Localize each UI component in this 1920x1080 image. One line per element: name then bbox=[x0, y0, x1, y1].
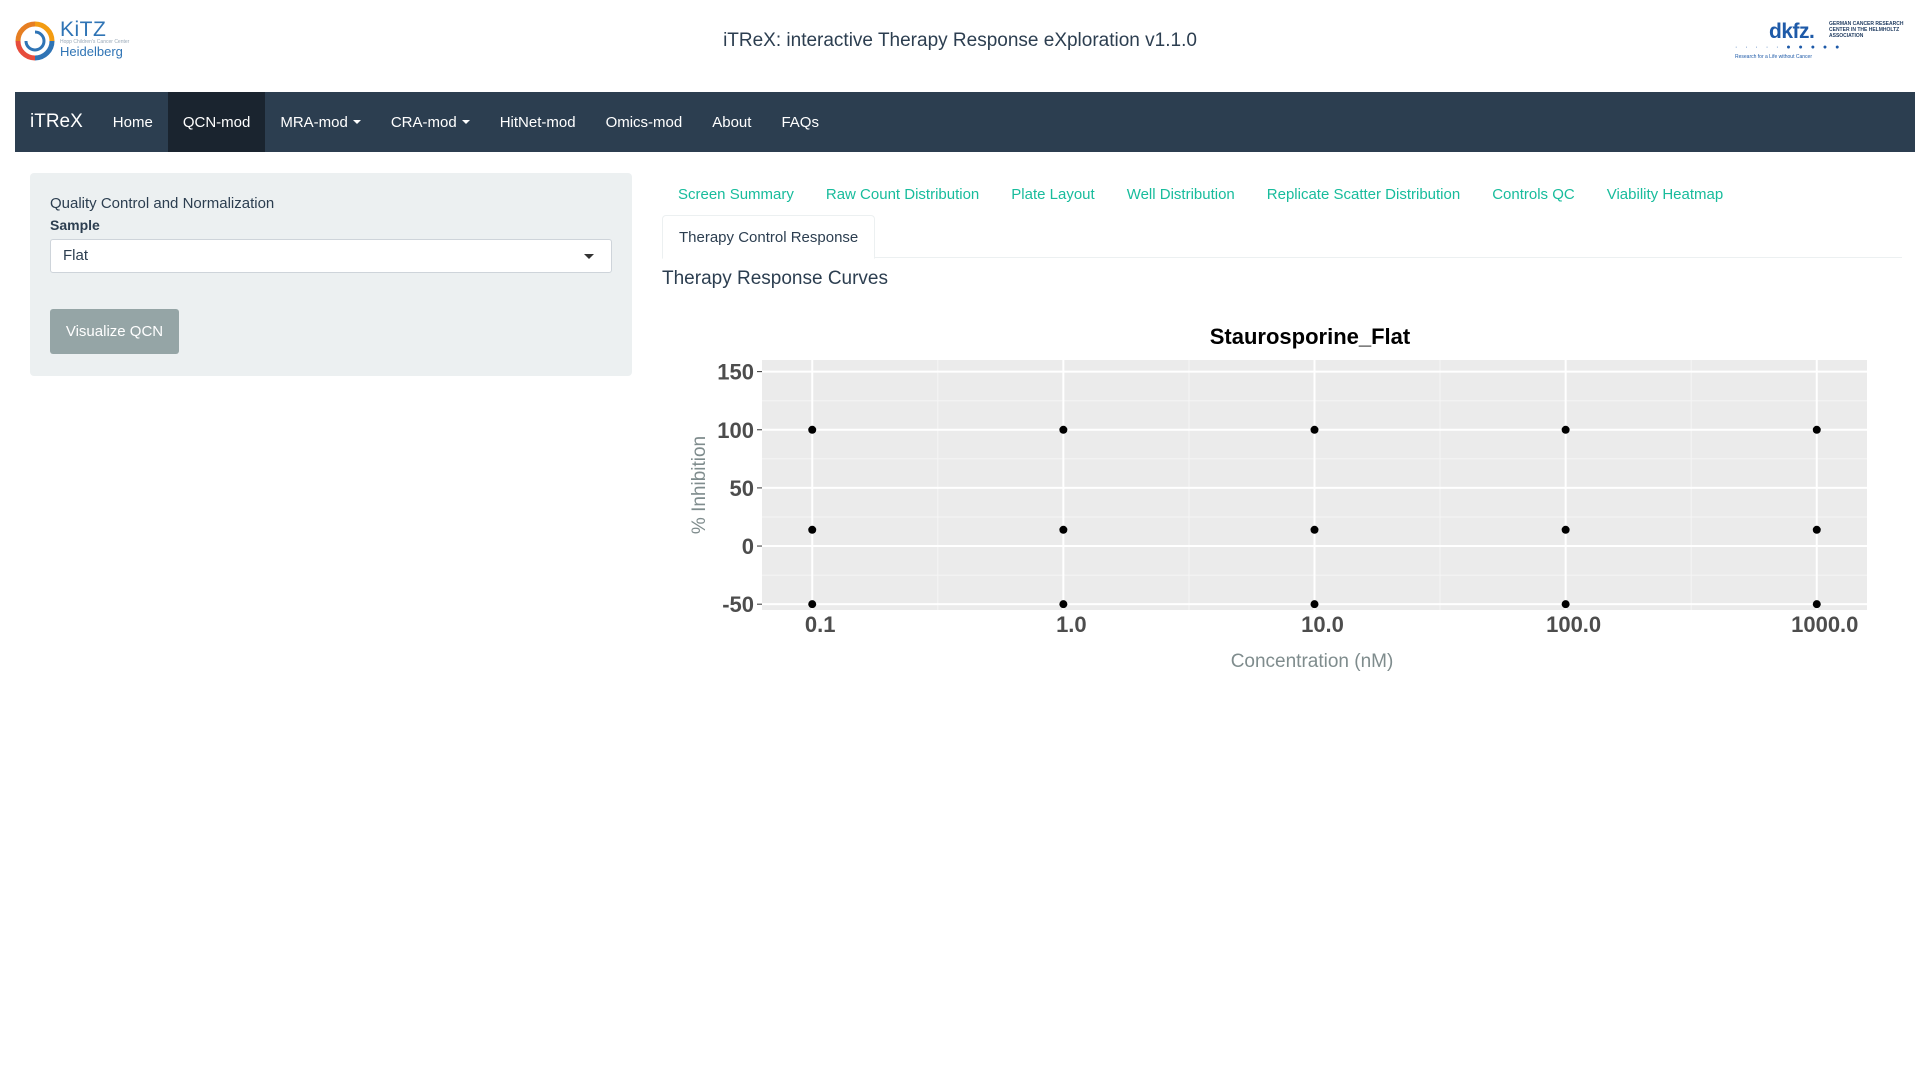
nav-item-about[interactable]: About bbox=[697, 92, 766, 152]
data-point bbox=[1059, 525, 1068, 534]
data-point bbox=[808, 525, 817, 534]
data-point bbox=[1310, 425, 1319, 434]
data-point bbox=[1059, 600, 1068, 609]
nav-item-label: CRA-mod bbox=[390, 113, 457, 131]
tab-replicate-scatter-distribution[interactable]: Replicate Scatter Distribution bbox=[1251, 173, 1476, 215]
tab-row-2: Therapy Control Response bbox=[662, 215, 1902, 259]
sample-select[interactable]: Flat bbox=[50, 239, 612, 273]
nav-item-label: About bbox=[712, 113, 752, 131]
dkfz-logo: dkfz. GERMAN CANCER RESEARCH CENTER IN T… bbox=[1735, 20, 1910, 66]
y-axis-label: % Inhibition bbox=[689, 436, 710, 534]
tab-row-1: Screen Summary Raw Count Distribution Pl… bbox=[662, 173, 1902, 215]
y-tick-label: 100 bbox=[717, 418, 754, 443]
nav-item-omics-mod[interactable]: Omics-mod bbox=[591, 92, 698, 152]
nav-item-label: QCN-mod bbox=[182, 113, 251, 131]
data-point bbox=[1310, 600, 1319, 609]
app-title: iTReX: interactive Therapy Response eXpl… bbox=[723, 30, 1197, 51]
nav-item-label: Omics-mod bbox=[605, 113, 683, 131]
nav-item-cra-mod[interactable]: CRA-mod bbox=[376, 92, 485, 152]
tab-bar: Screen Summary Raw Count Distribution Pl… bbox=[662, 173, 1902, 259]
x-ticks: 0.1 1.0 10.0 100.0 1000.0 bbox=[805, 612, 1858, 637]
data-point bbox=[1310, 525, 1319, 534]
y-tick-label: 150 bbox=[717, 360, 754, 385]
nav-item-home[interactable]: Home bbox=[98, 92, 168, 152]
tab-screen-summary[interactable]: Screen Summary bbox=[662, 173, 810, 215]
section-title: Therapy Response Curves bbox=[662, 268, 888, 289]
data-point bbox=[1812, 525, 1821, 534]
x-tick-label: 1000.0 bbox=[1791, 612, 1858, 637]
x-tick-label: 1.0 bbox=[1056, 612, 1087, 637]
nav-item-label: FAQs bbox=[781, 113, 819, 131]
data-point bbox=[1561, 425, 1570, 434]
nav-item-label: Home bbox=[112, 113, 153, 131]
data-point bbox=[808, 425, 817, 434]
nav-item-qcn-mod[interactable]: QCN-mod bbox=[167, 92, 266, 152]
dkfz-logo-subtitle: GERMAN CANCER RESEARCH CENTER IN THE HEL… bbox=[1829, 21, 1904, 39]
tab-therapy-control-response[interactable]: Therapy Control Response bbox=[662, 215, 876, 259]
tab-viability-heatmap[interactable]: Viability Heatmap bbox=[1591, 173, 1739, 215]
tab-plate-layout[interactable]: Plate Layout bbox=[995, 173, 1110, 215]
caret-down-icon bbox=[461, 120, 470, 124]
nav-item-faqs[interactable]: FAQs bbox=[766, 92, 834, 152]
nav-item-label: HitNet-mod bbox=[499, 113, 576, 131]
navbar: iTReX Home QCN-mod MRA-mod CRA-mod HitNe… bbox=[15, 92, 1915, 152]
dkfz-logo-name: dkfz. bbox=[1769, 20, 1815, 43]
caret-down-icon bbox=[352, 120, 361, 124]
nav-item-mra-mod[interactable]: MRA-mod bbox=[265, 92, 376, 152]
visualize-qcn-button[interactable]: Visualize QCN bbox=[50, 309, 179, 354]
tab-well-distribution[interactable]: Well Distribution bbox=[1111, 173, 1251, 215]
x-tick-label: 0.1 bbox=[805, 612, 836, 637]
data-point bbox=[1561, 600, 1570, 609]
top-header: KiTZ Hopp Children's Cancer Center Heide… bbox=[0, 0, 1920, 92]
y-tick-label: -50 bbox=[722, 592, 754, 617]
tab-raw-count-distribution[interactable]: Raw Count Distribution bbox=[810, 173, 995, 215]
sidebar-panel: Quality Control and Normalization Sample… bbox=[30, 173, 632, 376]
chevron-down-icon bbox=[584, 254, 594, 259]
data-point bbox=[808, 600, 817, 609]
dkfz-logo-tagline: Research for a Life without Cancer bbox=[1735, 54, 1812, 60]
chart-title: Staurosporine_Flat bbox=[1210, 324, 1411, 349]
x-tick-label: 100.0 bbox=[1546, 612, 1601, 637]
nav-brand[interactable]: iTReX bbox=[15, 92, 98, 152]
tab-controls-qc[interactable]: Controls QC bbox=[1476, 173, 1591, 215]
nav-item-label: MRA-mod bbox=[280, 113, 348, 131]
data-point bbox=[1812, 600, 1821, 609]
dkfz-dots-icon: · · · · · ● ● ● ● ● bbox=[1735, 44, 1843, 51]
data-point bbox=[1059, 425, 1068, 434]
data-point bbox=[1812, 425, 1821, 434]
nav-item-hitnet-mod[interactable]: HitNet-mod bbox=[485, 92, 591, 152]
x-tick-label: 10.0 bbox=[1301, 612, 1344, 637]
y-tick-label: 0 bbox=[742, 534, 754, 559]
sample-select-value: Flat bbox=[63, 247, 89, 264]
sample-label: Sample bbox=[50, 217, 100, 233]
y-ticks: 150 100 50 0 -50 bbox=[717, 360, 762, 617]
panel-title: Quality Control and Normalization bbox=[50, 195, 275, 212]
x-axis-label: Concentration (nM) bbox=[1231, 651, 1394, 672]
data-point bbox=[1561, 525, 1570, 534]
y-tick-label: 50 bbox=[730, 476, 754, 501]
therapy-response-plot: Staurosporine_Flat 150 100 50 0 -50 0.1 1.0 10… bbox=[689, 324, 1867, 672]
